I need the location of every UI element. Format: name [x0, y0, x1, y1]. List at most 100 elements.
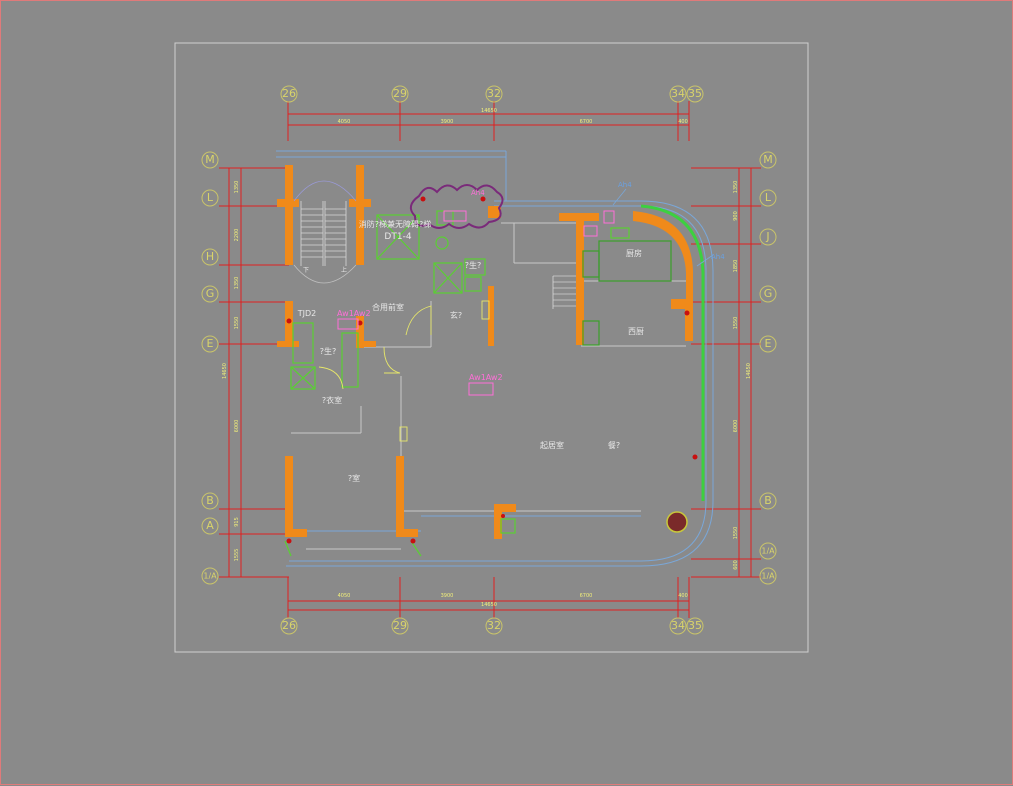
grid-bubble-left-M: M [201, 151, 219, 169]
svg-text:29: 29 [393, 619, 407, 632]
grid-bubble-right-E: E [759, 335, 777, 353]
grid-bubble-right-L: L [759, 189, 777, 207]
stair-up-label: 上 [341, 266, 347, 274]
svg-text:26: 26 [282, 619, 296, 632]
svg-text:32: 32 [487, 619, 501, 632]
grid-bubble-right-1A-2: 1/A [759, 567, 777, 585]
room-label-dining: 餐? [608, 441, 620, 450]
tag-ah4-right: Ah4 [711, 253, 725, 261]
svg-text:1/A: 1/A [761, 547, 775, 556]
svg-text:M: M [763, 153, 773, 166]
dim-left-5: 6000 [234, 420, 240, 433]
dim-left-7: 1555 [234, 549, 240, 562]
svg-text:35: 35 [688, 619, 702, 632]
dim-top-total: 14650 [481, 108, 497, 114]
grid-bubble-right-M: M [759, 151, 777, 169]
svg-text:H: H [206, 250, 214, 263]
grid-bubble-left-B: B [201, 492, 219, 510]
dim-right-3: 1850 [733, 260, 739, 273]
grid-bubble-bottom-26: 26 [280, 617, 298, 635]
dim-right-1: 1350 [733, 181, 739, 194]
grid-bubble-left-H: H [201, 248, 219, 266]
grid-bubble-top-29: 29 [391, 85, 409, 103]
svg-text:G: G [206, 287, 215, 300]
svg-text:A: A [206, 519, 214, 532]
grid-bubble-top-34: 34 [669, 85, 687, 103]
dim-bottom-1: 4050 [338, 593, 351, 599]
room-label-west-kitchen: 西厨 [628, 327, 644, 336]
svg-text:29: 29 [393, 87, 407, 100]
dim-right-7: 600 [733, 560, 739, 570]
grid-bubble-right-G: G [759, 285, 777, 303]
grid-bubble-bottom-32: 32 [485, 617, 503, 635]
room-label-wc-small: ?生? [465, 260, 482, 270]
dim-bottom-3: 6700 [580, 593, 593, 599]
svg-text:1/A: 1/A [761, 572, 775, 581]
leader-ah4-top [612, 188, 627, 206]
grid-bubble-left-G: G [201, 285, 219, 303]
svg-text:E: E [765, 337, 772, 350]
tag-ah4-cloud: Ah4 [471, 189, 485, 197]
dim-right-5: 6000 [733, 420, 739, 433]
interior-wall-lines [291, 222, 686, 550]
grid-bubble-top-26: 26 [280, 85, 298, 103]
svg-text:35: 35 [688, 87, 702, 100]
doors [318, 300, 490, 442]
svg-text:E: E [207, 337, 214, 350]
tag-awaw2-living: Aw1Aw2 [469, 373, 503, 382]
grid-bubble-bottom-35: 35 [686, 617, 704, 635]
left-dimension-lines [219, 167, 289, 578]
dim-left-2: 2200 [234, 229, 240, 242]
dim-left-6: 915 [234, 517, 240, 527]
room-label-shared-vestibule: 合用前室 [372, 302, 404, 312]
room-label-dt: DT1-4 [384, 232, 411, 242]
grid-bubble-bottom-34: 34 [669, 617, 687, 635]
svg-text:34: 34 [671, 87, 685, 100]
room-label-shaft: 消防?梯兼无障碍?梯 [359, 219, 432, 229]
stair [293, 180, 576, 309]
dim-left-4: 1550 [234, 317, 240, 330]
room-label-bathroom: ?生? [320, 346, 337, 356]
tag-ah4-top: Ah4 [618, 181, 632, 189]
grid-bubble-right-1A: 1/A [759, 542, 777, 560]
svg-text:M: M [205, 153, 215, 166]
svg-text:L: L [765, 191, 772, 204]
stair-down-label: 下 [303, 267, 309, 274]
svg-text:L: L [207, 191, 214, 204]
floor-plan-drawing: 26 29 32 34 35 26 29 32 34 35 M L H G E … [174, 42, 809, 653]
svg-text:G: G [764, 287, 773, 300]
room-label-bedroom: ?室 [348, 473, 360, 483]
column-round [666, 511, 688, 533]
grid-bubble-left-1A: 1/A [201, 567, 219, 585]
svg-text:32: 32 [487, 87, 501, 100]
room-label-walkin: ?衣室 [322, 395, 342, 405]
dim-top-1: 4050 [338, 119, 351, 125]
grid-bubble-left-E: E [201, 335, 219, 353]
room-label-entry: 玄? [450, 310, 462, 320]
svg-text:B: B [206, 494, 214, 507]
tag-awaw2-bath: Aw1Aw2 [337, 309, 371, 318]
dim-right-6: 1550 [733, 527, 739, 540]
drawing-canvas: 26 29 32 34 35 26 29 32 34 35 M L H G E … [0, 0, 1013, 785]
dim-top-2: 3900 [441, 119, 454, 125]
svg-text:26: 26 [282, 87, 296, 100]
grid-bubble-top-32: 32 [485, 85, 503, 103]
room-label-tjd2: TJD2 [297, 309, 317, 318]
svg-text:J: J [765, 230, 769, 243]
svg-text:34: 34 [671, 619, 685, 632]
room-label-living: 起居室 [540, 440, 564, 450]
dim-bottom-4: 400 [678, 593, 688, 599]
grid-bubble-right-J: J [759, 228, 777, 246]
grid-bubble-bottom-29: 29 [391, 617, 409, 635]
dim-bottom-2: 3900 [441, 593, 454, 599]
grid-bubble-right-B: B [759, 492, 777, 510]
dim-left-total: 14650 [222, 363, 228, 379]
dim-right-4: 1550 [733, 317, 739, 330]
dim-left-3: 1350 [234, 277, 240, 290]
grid-bubble-left-L: L [201, 189, 219, 207]
dim-bottom-total: 14650 [481, 602, 497, 608]
grid-bubble-left-A: A [201, 517, 219, 535]
grid-bubble-top-35: 35 [686, 85, 704, 103]
dim-top-4: 400 [678, 119, 688, 125]
svg-text:B: B [764, 494, 772, 507]
